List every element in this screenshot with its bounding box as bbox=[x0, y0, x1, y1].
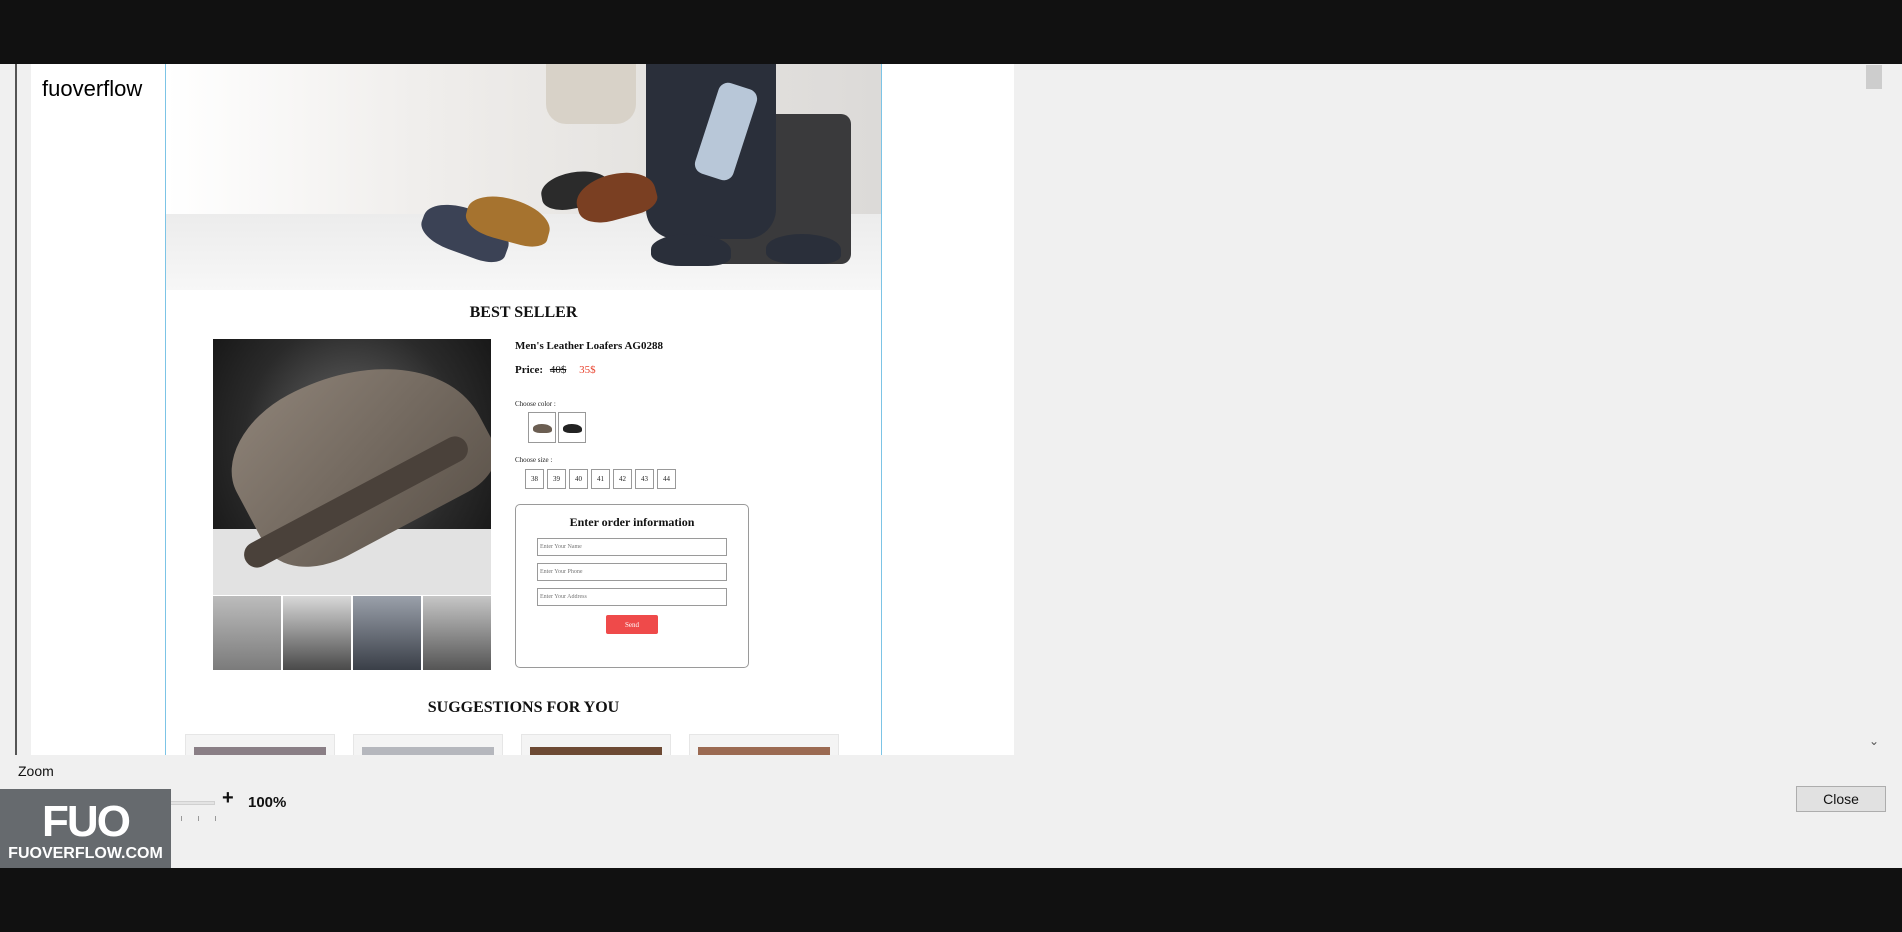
bottom-black-bar bbox=[0, 868, 1902, 932]
preview-viewport[interactable]: fuoverflow BEST SELLER Men's Leather Loa… bbox=[17, 64, 1864, 755]
suggestion-card[interactable] bbox=[353, 734, 503, 755]
zoom-label: Zoom bbox=[18, 763, 54, 779]
size-option[interactable]: 43 bbox=[635, 469, 654, 489]
product-thumbnail[interactable] bbox=[283, 596, 351, 670]
size-options: 38 39 40 41 42 43 44 bbox=[525, 469, 676, 489]
suggestion-image bbox=[530, 747, 662, 755]
order-form-title: Enter order information bbox=[569, 515, 695, 529]
top-black-bar bbox=[0, 0, 1902, 64]
zoom-slider-tick bbox=[181, 816, 182, 821]
suggestion-cards bbox=[185, 734, 839, 755]
site-label: fuoverflow bbox=[42, 76, 143, 101]
size-option[interactable]: 38 bbox=[525, 469, 544, 489]
order-form: Enter order information Send bbox=[515, 504, 749, 668]
suggestion-image bbox=[194, 747, 326, 755]
color-option[interactable] bbox=[528, 412, 556, 443]
product-main-image bbox=[213, 339, 491, 595]
preview-window: fuoverflow BEST SELLER Men's Leather Loa… bbox=[0, 64, 1902, 868]
product-price: Price: 40$ 35$ bbox=[515, 364, 596, 376]
product-thumbnail[interactable] bbox=[353, 596, 421, 670]
suggestion-card[interactable] bbox=[521, 734, 671, 755]
sale-price: 35$ bbox=[579, 364, 596, 376]
email-body: BEST SELLER Men's Leather Loafers AG0288… bbox=[165, 64, 882, 755]
close-button[interactable]: Close bbox=[1796, 786, 1886, 812]
hero-worn-shoe-left bbox=[651, 234, 731, 266]
color-swatch bbox=[563, 424, 582, 433]
name-input[interactable] bbox=[537, 538, 727, 556]
send-button[interactable]: Send bbox=[606, 615, 658, 634]
product-thumbnails bbox=[213, 596, 491, 670]
hero-worn-shoe-right bbox=[766, 234, 841, 264]
hero-chair bbox=[546, 64, 636, 124]
suggestion-card[interactable] bbox=[689, 734, 839, 755]
product-title: Men's Leather Loafers AG0288 bbox=[515, 340, 663, 352]
size-option[interactable]: 42 bbox=[613, 469, 632, 489]
product-thumbnail[interactable] bbox=[423, 596, 491, 670]
email-page: fuoverflow BEST SELLER Men's Leather Loa… bbox=[31, 64, 1014, 755]
suggestions-heading: SUGGESTIONS FOR YOU bbox=[427, 699, 620, 716]
old-price: 40$ bbox=[549, 364, 567, 376]
size-option[interactable]: 40 bbox=[569, 469, 588, 489]
watermark-logo: FUO FUOVERFLOW.COM bbox=[0, 789, 171, 868]
zoom-slider-tick bbox=[215, 816, 216, 821]
size-option[interactable]: 39 bbox=[547, 469, 566, 489]
scroll-down-arrow-icon[interactable]: ⌄ bbox=[1866, 733, 1882, 749]
suggestion-image bbox=[362, 747, 494, 755]
suggestion-card[interactable] bbox=[185, 734, 335, 755]
watermark-text: FUOVERFLOW.COM bbox=[8, 845, 163, 862]
best-seller-heading: BEST SELLER bbox=[469, 304, 578, 321]
price-label: Price: bbox=[515, 364, 544, 376]
product-thumbnail[interactable] bbox=[213, 596, 281, 670]
address-input[interactable] bbox=[537, 588, 727, 606]
color-options bbox=[528, 412, 586, 443]
zoom-slider-tick bbox=[198, 816, 199, 821]
color-swatch bbox=[533, 424, 552, 433]
color-option[interactable] bbox=[558, 412, 586, 443]
watermark-mark: FUO bbox=[42, 797, 131, 846]
size-option[interactable]: 41 bbox=[591, 469, 610, 489]
zoom-value: 100% bbox=[248, 794, 287, 811]
zoom-in-button[interactable]: + bbox=[222, 787, 234, 810]
suggestion-image bbox=[698, 747, 830, 755]
choose-size-label: Choose size : bbox=[515, 456, 553, 464]
scrollbar-thumb[interactable] bbox=[1866, 65, 1882, 89]
size-option[interactable]: 44 bbox=[657, 469, 676, 489]
hero-banner-image bbox=[166, 64, 881, 290]
vertical-scrollbar[interactable] bbox=[1864, 64, 1884, 755]
phone-input[interactable] bbox=[537, 563, 727, 581]
choose-color-label: Choose color : bbox=[515, 400, 556, 408]
